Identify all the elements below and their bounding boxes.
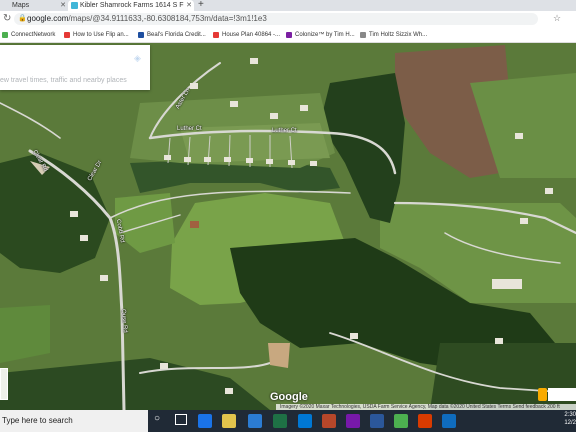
bookmark-item[interactable]: Tim Holtz Sizzix Wh... (360, 27, 427, 43)
street-label: Luther Ct (272, 128, 297, 134)
clock-date: 12/2 (564, 420, 576, 426)
tab-active[interactable]: Kibler Shamrock Farms 1614 S F ✕ (68, 0, 194, 11)
bookmark-star-icon[interactable]: ☆ (553, 13, 561, 24)
pegman-icon[interactable] (538, 388, 547, 401)
taskbar-search-input[interactable]: Type here to search (0, 410, 148, 432)
powerpoint-icon[interactable] (322, 414, 336, 428)
excel-icon[interactable] (273, 414, 287, 428)
word-icon[interactable] (370, 414, 384, 428)
bookmark-icon (2, 32, 8, 38)
system-clock[interactable]: 2:30 12/2 (556, 411, 576, 427)
chrome-icon[interactable] (394, 414, 408, 428)
bookmark-label: How to Use Flip an... (73, 32, 129, 38)
search-panel[interactable]: ew travel times, traffic and nearby plac… (0, 45, 150, 90)
bookmark-item[interactable]: House Plan 40864 -... (213, 27, 280, 43)
satellite-imagery (0, 43, 576, 410)
task-view-icon[interactable] (175, 414, 187, 425)
lock-icon: 🔒 (18, 15, 27, 22)
bookmark-icon (286, 32, 292, 38)
tab-label: Maps (12, 2, 30, 9)
bookmark-icon (64, 32, 70, 38)
store-icon[interactable] (248, 414, 262, 428)
new-tab-button[interactable]: + (198, 0, 204, 10)
layers-toggle[interactable] (0, 368, 8, 400)
bookmark-icon (213, 32, 219, 38)
google-logo: Google (270, 391, 308, 403)
bookmark-item[interactable]: Colonize™ by Tim H... (286, 27, 355, 43)
tab-maps[interactable]: Maps ✕ (0, 0, 68, 11)
directions-icon[interactable]: ◈ (134, 53, 141, 64)
bookmark-label: Colonize™ by Tim H... (295, 32, 355, 38)
bookmark-label: ConnectNetwork (11, 32, 56, 38)
mail-icon[interactable] (298, 414, 312, 428)
edge-icon[interactable] (198, 414, 212, 428)
satellite-map[interactable] (0, 43, 576, 410)
url-host: google.com (27, 14, 69, 23)
favicon-icon (71, 2, 78, 9)
close-icon[interactable]: ✕ (60, 0, 66, 11)
bookmark-item[interactable]: Beal's Florida Credit... (138, 27, 206, 43)
bookmark-item[interactable]: ConnectNetwork (2, 27, 55, 43)
zoom-control[interactable] (548, 388, 576, 401)
app-icon[interactable] (442, 414, 456, 428)
url-path: /maps/@34.9111633,-80.6308184,753m/data=… (68, 14, 267, 23)
bookmark-label: Tim Holtz Sizzix Wh... (369, 32, 428, 38)
street-label: Luther Ct (177, 126, 202, 132)
bookmark-label: Beal's Florida Credit... (147, 32, 206, 38)
search-hint: ew travel times, traffic and nearby plac… (0, 77, 127, 84)
close-icon[interactable]: ✕ (186, 0, 192, 11)
taskbar-search-placeholder: Type here to search (2, 416, 73, 425)
app-icon[interactable] (418, 414, 432, 428)
bookmark-icon (138, 32, 144, 38)
bookmark-item[interactable]: How to Use Flip an... (64, 27, 129, 43)
cortana-icon[interactable]: ○ (154, 413, 160, 424)
url-input[interactable]: 🔒 google.com/maps/@34.9111633,-80.6308184… (14, 13, 538, 25)
file-explorer-icon[interactable] (222, 414, 236, 428)
bookmark-icon (360, 32, 366, 38)
bookmark-label: House Plan 40864 -... (222, 32, 281, 38)
onenote-icon[interactable] (346, 414, 360, 428)
reload-icon[interactable]: ↻ (3, 11, 11, 27)
clock-time: 2:30 (564, 412, 576, 418)
tab-label: Kibler Shamrock Farms 1614 S F (80, 2, 184, 9)
